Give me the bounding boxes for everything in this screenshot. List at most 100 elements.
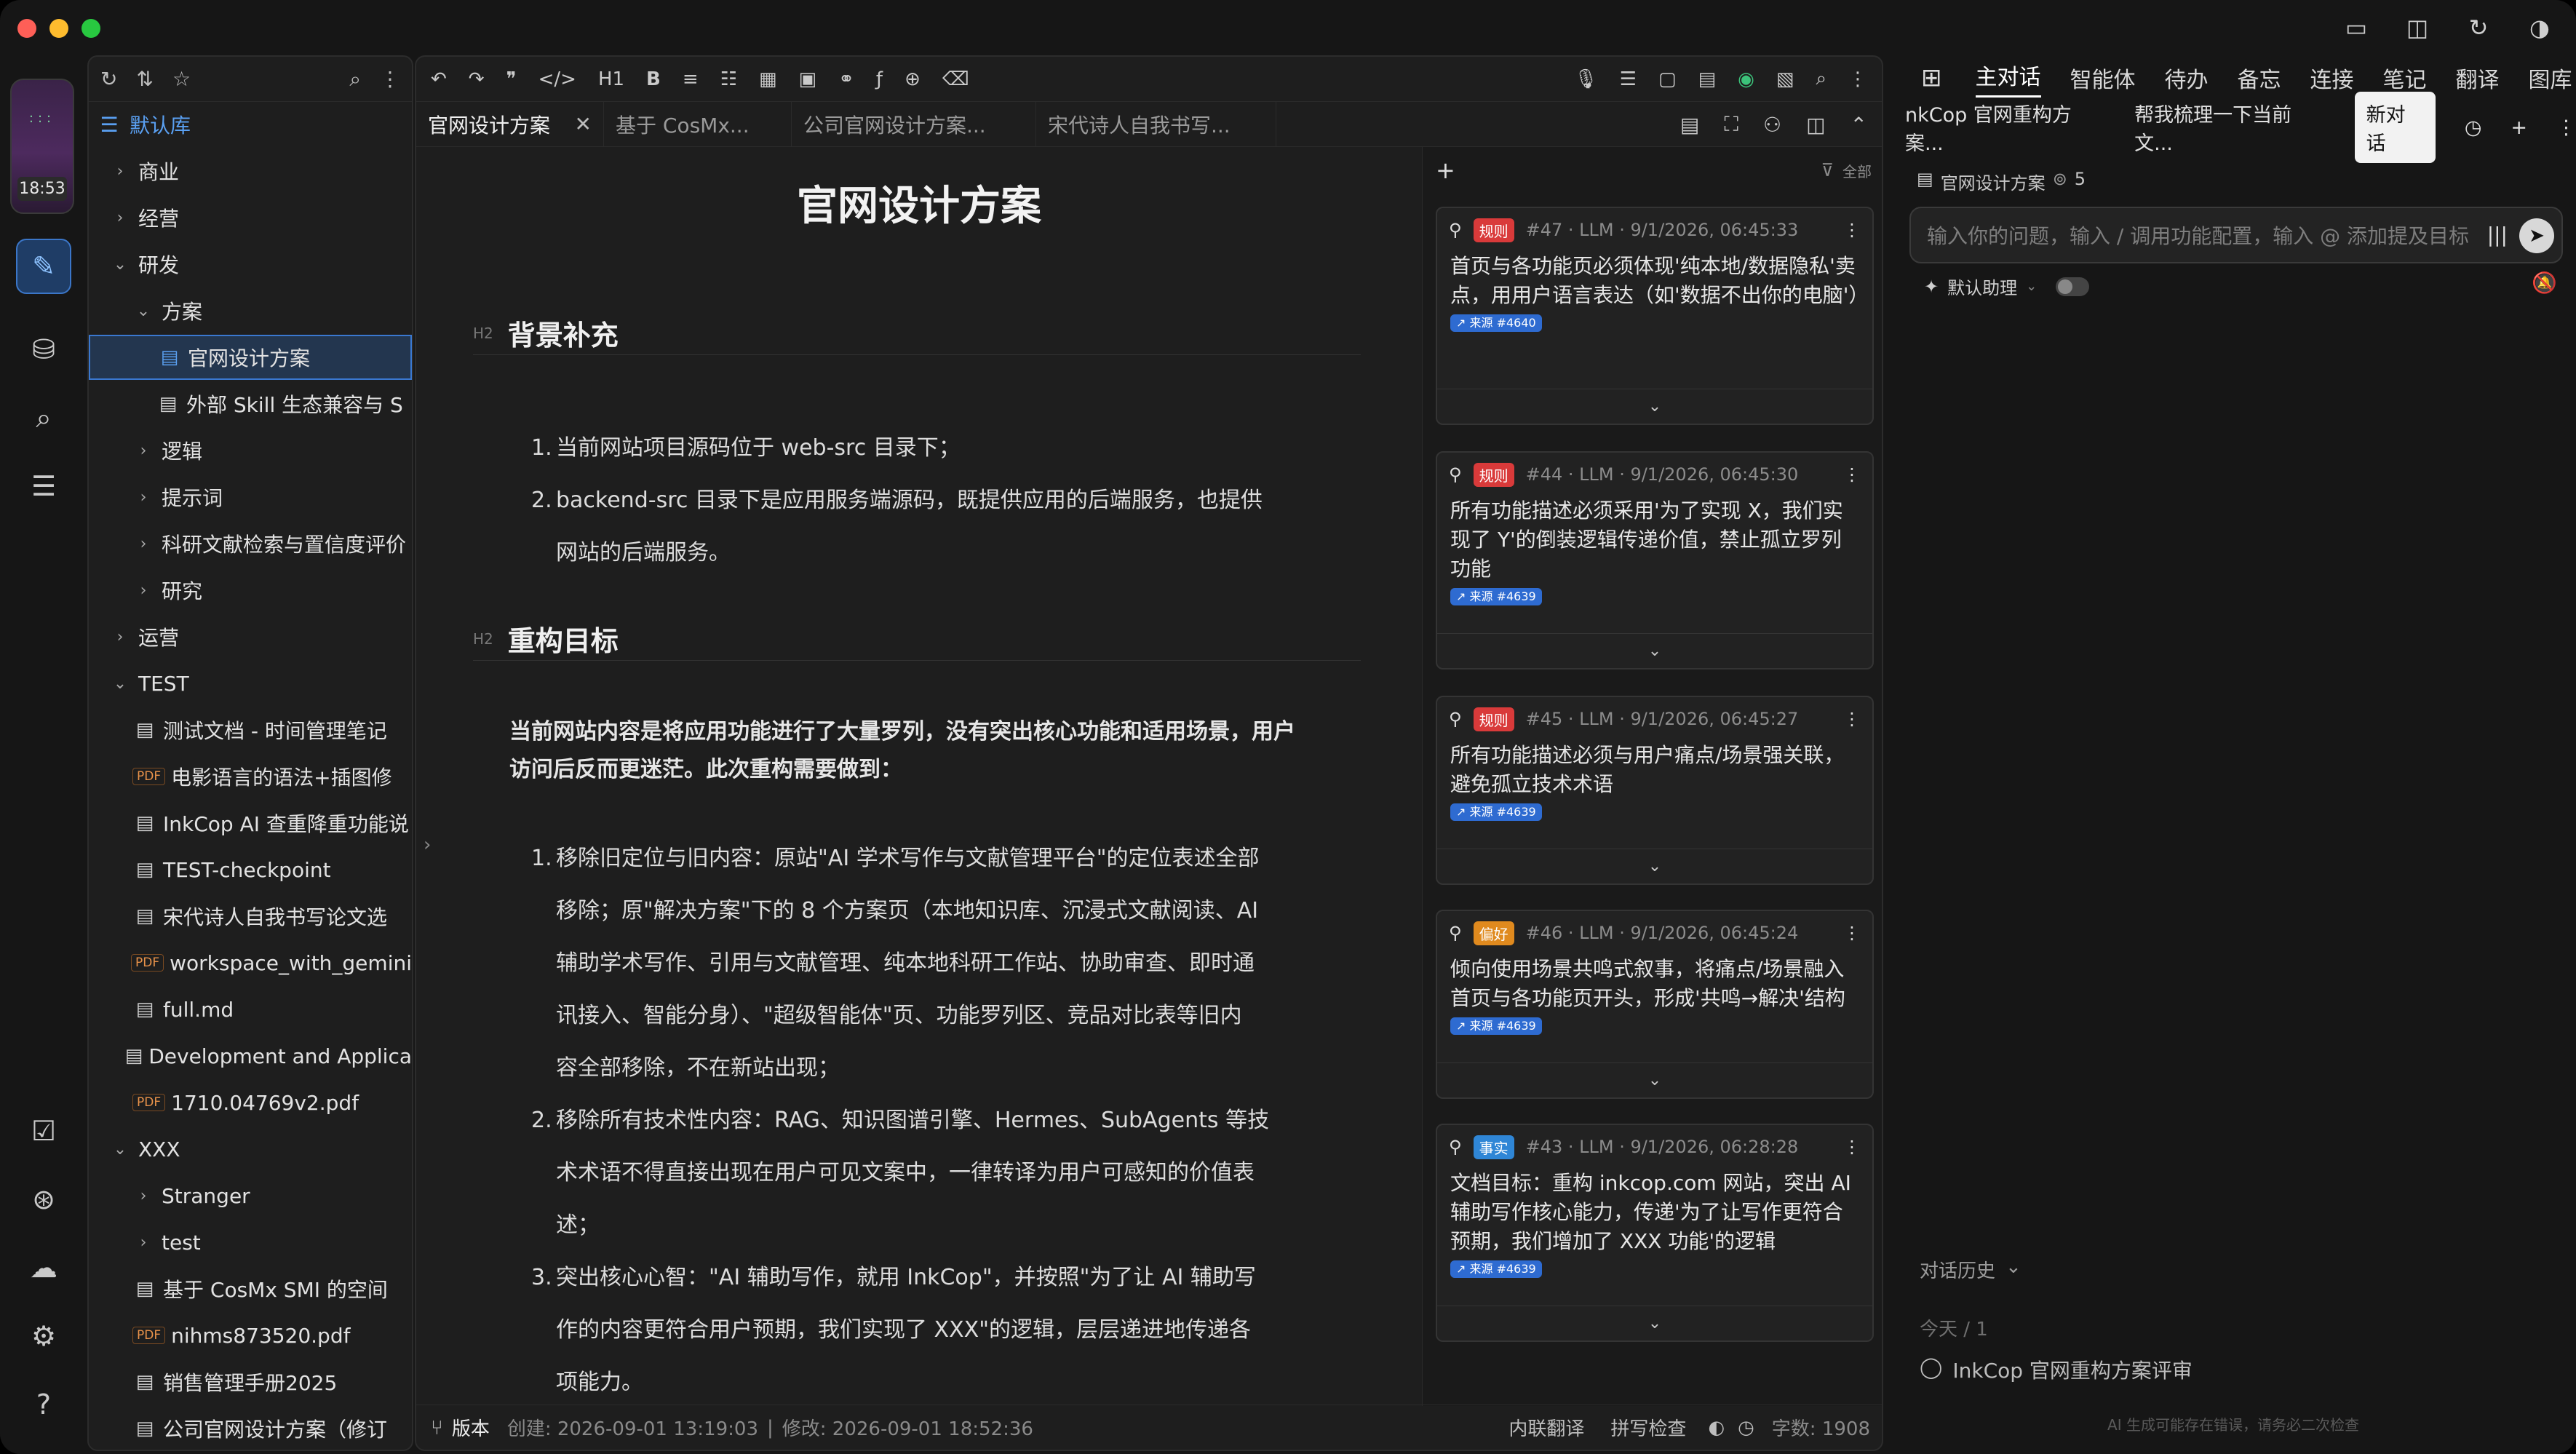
chat-session-tab[interactable]: 帮我梳理一下当前文... [2134, 99, 2326, 156]
expand-card-icon[interactable]: ⌄ [1437, 849, 1872, 883]
chevron-right-icon[interactable]: › [132, 581, 154, 600]
memo-more-icon[interactable]: ⋮ [1843, 464, 1861, 485]
refresh-icon[interactable]: ↻ [2464, 13, 2493, 42]
memo-card[interactable]: ⚲ 事实 #43 · LLM · 9/1/2026, 06:28:28 ⋮ 文档目标：重… [1436, 1124, 1874, 1342]
source-link[interactable]: ↗ 来源 #4639 [1450, 1260, 1542, 1278]
heading-icon[interactable]: H1 [598, 68, 624, 90]
chevron-right-icon[interactable]: › [132, 1187, 154, 1205]
tree-file[interactable]: ▤ 基于 CosMx SMI 的空间 [89, 1266, 412, 1311]
version-button[interactable]: 版本 [452, 1414, 490, 1441]
tree-folder[interactable]: ⌄ TEST [89, 661, 412, 706]
code-icon[interactable]: </> [538, 68, 576, 90]
more-icon[interactable]: ⋮ [380, 67, 400, 91]
chat-session-tab[interactable]: nkCop 官网重构方案... [1905, 99, 2105, 156]
formula-icon[interactable]: ƒ [876, 68, 883, 90]
tree-file[interactable]: PDF nihms873520.pdf [89, 1313, 412, 1358]
sidebar-toggle-icon[interactable]: ▭ [2342, 13, 2371, 42]
chat-nav-item[interactable]: 图库 [2529, 62, 2572, 94]
redo-icon[interactable]: ↷ [469, 68, 485, 90]
expand-gutter-icon[interactable]: › [424, 834, 431, 856]
chevron-right-icon[interactable]: › [109, 209, 131, 227]
editor-icon[interactable]: ✎ [16, 239, 71, 294]
source-link[interactable]: ↗ 来源 #4639 [1450, 588, 1542, 605]
agent-icon[interactable]: ⊛ [16, 1172, 71, 1227]
chat-input[interactable]: 输入你的问题，输入 / 调用功能配置，输入 @ 添加提及目标 ||| ➤ [1909, 207, 2563, 263]
tab-2[interactable]: 公司官网设计方案... [792, 102, 1036, 146]
memo-more-icon[interactable]: ⋮ [1843, 923, 1861, 943]
voice-icon[interactable]: ||| [2487, 223, 2508, 247]
chevron-down-icon[interactable]: ⌄ [109, 255, 131, 274]
chat-more-icon[interactable]: ⋮ [2556, 116, 2576, 139]
chat-nav-item[interactable]: 备忘 [2238, 62, 2281, 94]
memo-more-icon[interactable]: ⋮ [1843, 709, 1861, 729]
present-icon[interactable]: ⛶ [1724, 112, 1738, 137]
chat-nav-item[interactable]: 连接 [2310, 62, 2354, 94]
database-icon[interactable]: ⛁ [16, 322, 71, 377]
settings-icon[interactable]: ⚙ [16, 1308, 71, 1364]
apps-grid-icon[interactable]: ⊞ [1921, 63, 1942, 92]
pin-icon[interactable]: ⚲ [1449, 220, 1462, 240]
expand-card-icon[interactable]: ⌄ [1437, 389, 1872, 424]
tab-1[interactable]: 基于 CosMx... [604, 102, 792, 146]
tree-folder[interactable]: › 逻辑 [89, 428, 412, 473]
pin-icon[interactable]: ⚲ [1449, 1137, 1462, 1157]
tree-file[interactable]: ▤ TEST-checkpoint [89, 847, 412, 892]
table-icon[interactable]: ▦ [759, 68, 777, 90]
filter-label[interactable]: 全部 [1842, 160, 1872, 181]
doc-info-icon[interactable]: ▤ [1698, 68, 1717, 90]
send-icon[interactable]: ➤ [2519, 218, 2554, 253]
add-memo-icon[interactable]: + [1436, 156, 1455, 184]
star-icon[interactable]: ☆ [172, 67, 191, 91]
tree-folder[interactable]: › 提示词 [89, 474, 412, 520]
tree-file[interactable]: ▤ full.md [89, 987, 412, 1032]
toggle-switch[interactable] [2056, 277, 2090, 296]
notification-off-icon[interactable]: 🔕 [2532, 271, 2557, 295]
undo-icon[interactable]: ↶ [431, 68, 447, 90]
list-icon[interactable]: ≡ [683, 68, 699, 90]
collapse-icon[interactable]: ⌃ [1850, 113, 1867, 137]
ai-assist-icon[interactable]: ◉ [1738, 68, 1754, 90]
chat-nav-item[interactable]: 翻译 [2456, 62, 2500, 94]
eye-icon[interactable]: ◐ [1708, 1417, 1725, 1439]
notes-icon[interactable]: ▧ [1776, 68, 1794, 90]
tree-folder[interactable]: › 运营 [89, 614, 412, 659]
chat-nav-item[interactable]: 笔记 [2383, 62, 2427, 94]
contacts-icon[interactable]: ☰ [16, 458, 71, 514]
memo-card[interactable]: ⚲ 规则 #45 · LLM · 9/1/2026, 06:45:27 ⋮ 所有功能描述… [1436, 696, 1874, 885]
split-view-icon[interactable]: ◫ [2403, 13, 2432, 42]
context-chip[interactable]: ▤ 官网设计方案 ⊚ 5 [1917, 169, 2086, 194]
embed-icon[interactable]: ⊕ [905, 68, 921, 90]
tree-folder[interactable]: › 科研文献检索与置信度评价 [89, 521, 412, 566]
tree-folder[interactable]: ⌄ 方案 [89, 288, 412, 333]
pin-icon[interactable]: ⚲ [1449, 464, 1462, 485]
library-root[interactable]: ☰ 默认库 [89, 102, 412, 147]
chevron-right-icon[interactable]: › [109, 628, 131, 646]
tree-file[interactable]: ▤ 外部 Skill 生态兼容与 S [89, 381, 412, 426]
image-icon[interactable]: ▣ [799, 68, 817, 90]
pin-icon[interactable]: ⚲ [1449, 923, 1462, 943]
chevron-right-icon[interactable]: › [132, 488, 154, 506]
chevron-down-icon[interactable]: ⌄ [109, 675, 131, 693]
sync-icon[interactable]: ↻ [100, 67, 117, 91]
inline-translate-button[interactable]: 内联翻译 [1508, 1414, 1584, 1441]
mic-icon[interactable]: 🎙 [1574, 68, 1598, 90]
link-icon[interactable]: ⚭ [838, 68, 854, 90]
zoom-window-button[interactable] [82, 19, 100, 38]
tree-file[interactable]: ▤ InkCop AI 查重降重功能说 [89, 801, 412, 846]
branch-icon[interactable]: ⑂ [431, 1415, 443, 1439]
tree-folder[interactable]: › 研究 [89, 568, 412, 613]
history-item[interactable]: ◯ InkCop 官网重构方案评审 [1920, 1355, 2193, 1384]
history-icon[interactable]: ◷ [1738, 1417, 1754, 1439]
tree-folder[interactable]: › test [89, 1220, 412, 1265]
chevron-right-icon[interactable]: › [132, 1233, 154, 1252]
memo-card[interactable]: ⚲ 偏好 #46 · LLM · 9/1/2026, 06:45:24 ⋮ 倾向使用场景… [1436, 910, 1874, 1099]
tree-file[interactable]: PDF workspace_with_gemini [89, 940, 412, 985]
tree-file[interactable]: ▤ 公司官网设计方案（修订 [89, 1406, 412, 1450]
editor-more-icon[interactable]: ⋮ [1848, 68, 1867, 90]
outline-icon[interactable]: ☰ [1620, 68, 1637, 90]
search-icon[interactable]: ⌕ [349, 67, 361, 92]
tree-file[interactable]: PDF 电影语言的语法+插图修 [89, 754, 412, 799]
expand-card-icon[interactable]: ⌄ [1437, 1306, 1872, 1340]
memo-more-icon[interactable]: ⋮ [1843, 1137, 1861, 1157]
tree-folder[interactable]: › Stranger [89, 1173, 412, 1218]
